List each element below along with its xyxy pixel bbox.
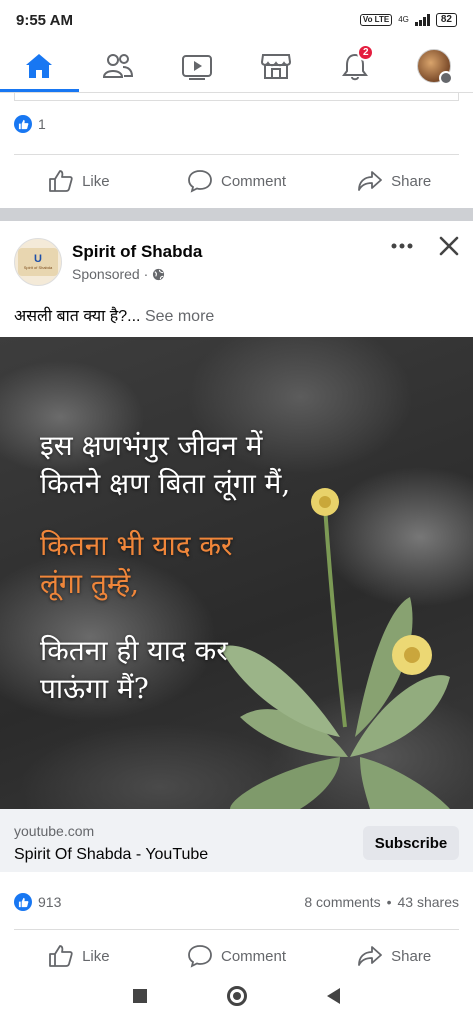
home-icon [26, 54, 53, 78]
comment-icon [188, 170, 212, 193]
notification-badge: 2 [357, 44, 375, 61]
page-name[interactable]: Spirit of Shabda [72, 242, 202, 262]
post-header-actions [391, 234, 459, 256]
like-label: Like [82, 172, 110, 190]
page-logo: U Spirit of Shabda [18, 248, 58, 276]
network-type: 4G [398, 15, 409, 24]
post-header-text: Spirit of Shabda Sponsored · [72, 242, 202, 282]
post-text: असली बात क्या है?... See more [14, 304, 214, 326]
link-domain: youtube.com [14, 823, 95, 839]
previous-post-reactions[interactable]: 1 [14, 115, 46, 133]
like-reaction-icon [14, 893, 32, 911]
feed-separator [0, 208, 473, 221]
profile-menu-icon [438, 71, 453, 85]
status-icons: Vo LTE 4G 82 [359, 13, 457, 27]
stats-separator: • [386, 894, 392, 910]
like-button[interactable]: Like [0, 156, 158, 206]
status-time: 9:55 AM [16, 11, 73, 29]
sponsored-label: Sponsored · [72, 266, 202, 282]
post-header: U Spirit of Shabda Spirit of Shabda Spon… [14, 234, 459, 290]
share-icon [358, 946, 383, 966]
share-label: Share [391, 947, 432, 965]
nav-marketplace[interactable] [236, 40, 315, 92]
subscribe-button[interactable]: Subscribe [363, 826, 459, 860]
comment-label: Comment [220, 172, 287, 190]
signal-icon [414, 14, 430, 26]
status-bar: 9:55 AM Vo LTE 4G 82 [0, 0, 473, 40]
image-text-line-2: कितने क्षण बिता लूंगा मैं, [40, 467, 291, 500]
system-nav-bar [0, 968, 473, 1024]
image-text-line-5: कितना ही याद कर [40, 634, 228, 667]
globe-icon [153, 268, 165, 280]
image-text-line-6: पाऊंगा मैं? [40, 672, 149, 705]
previous-post-card [14, 93, 459, 101]
previous-post-actions: Like Comment Share [0, 156, 473, 206]
nav-menu[interactable] [394, 40, 473, 92]
like-label: Like [82, 947, 110, 965]
comment-button[interactable]: Comment [158, 156, 316, 206]
nav-notifications[interactable]: 2 [315, 40, 394, 92]
nav-home[interactable] [0, 40, 79, 92]
image-text-line-1: इस क्षणभंगुर जीवन में [40, 429, 263, 462]
thumbs-up-icon [49, 945, 73, 967]
nav-friends[interactable] [79, 40, 158, 92]
comment-count[interactable]: 8 comments [304, 894, 380, 910]
sponsored-text: Sponsored · [72, 266, 149, 282]
link-preview[interactable]: youtube.com Spirit Of Shabda - YouTube S… [0, 809, 473, 872]
like-count: 1 [38, 116, 46, 132]
post-reactions: 913 8 comments • 43 shares [14, 893, 459, 911]
like-reaction-icon [14, 115, 32, 133]
share-count[interactable]: 43 shares [398, 894, 459, 910]
comment-icon [188, 945, 212, 968]
back-icon[interactable] [327, 988, 340, 1004]
link-title: Spirit Of Shabda - YouTube [14, 846, 209, 863]
share-label: Share [391, 172, 432, 190]
divider [14, 154, 459, 155]
video-icon [182, 55, 213, 80]
marketplace-icon [260, 54, 291, 79]
post-image[interactable]: इस क्षणभंगुर जीवन में कितने क्षण बिता लू… [0, 337, 473, 809]
like-count[interactable]: 913 [38, 894, 61, 910]
friends-icon [103, 54, 134, 78]
share-button[interactable]: Share [315, 156, 473, 206]
engagement-stats: 8 comments • 43 shares [304, 894, 459, 910]
recent-apps-icon[interactable] [133, 989, 147, 1003]
divider [14, 929, 459, 930]
image-text-line-4: लूंगा तुम्हें, [40, 567, 140, 600]
share-icon [358, 171, 383, 191]
nav-watch[interactable] [158, 40, 237, 92]
home-button-icon[interactable] [227, 986, 247, 1006]
battery-icon: 82 [435, 13, 457, 27]
more-options-icon[interactable] [391, 242, 413, 250]
volte-indicator: Vo LTE [359, 14, 393, 26]
avatar [416, 49, 453, 85]
top-nav: 2 [0, 40, 473, 92]
comment-label: Comment [220, 947, 287, 965]
thumbs-up-icon [49, 170, 73, 192]
see-more-link[interactable]: See more [145, 308, 214, 325]
close-icon[interactable] [439, 236, 459, 256]
post-body: असली बात क्या है?... [14, 308, 141, 325]
page-avatar[interactable]: U Spirit of Shabda [14, 238, 62, 286]
image-text-line-3: कितना भी याद कर [40, 529, 233, 562]
